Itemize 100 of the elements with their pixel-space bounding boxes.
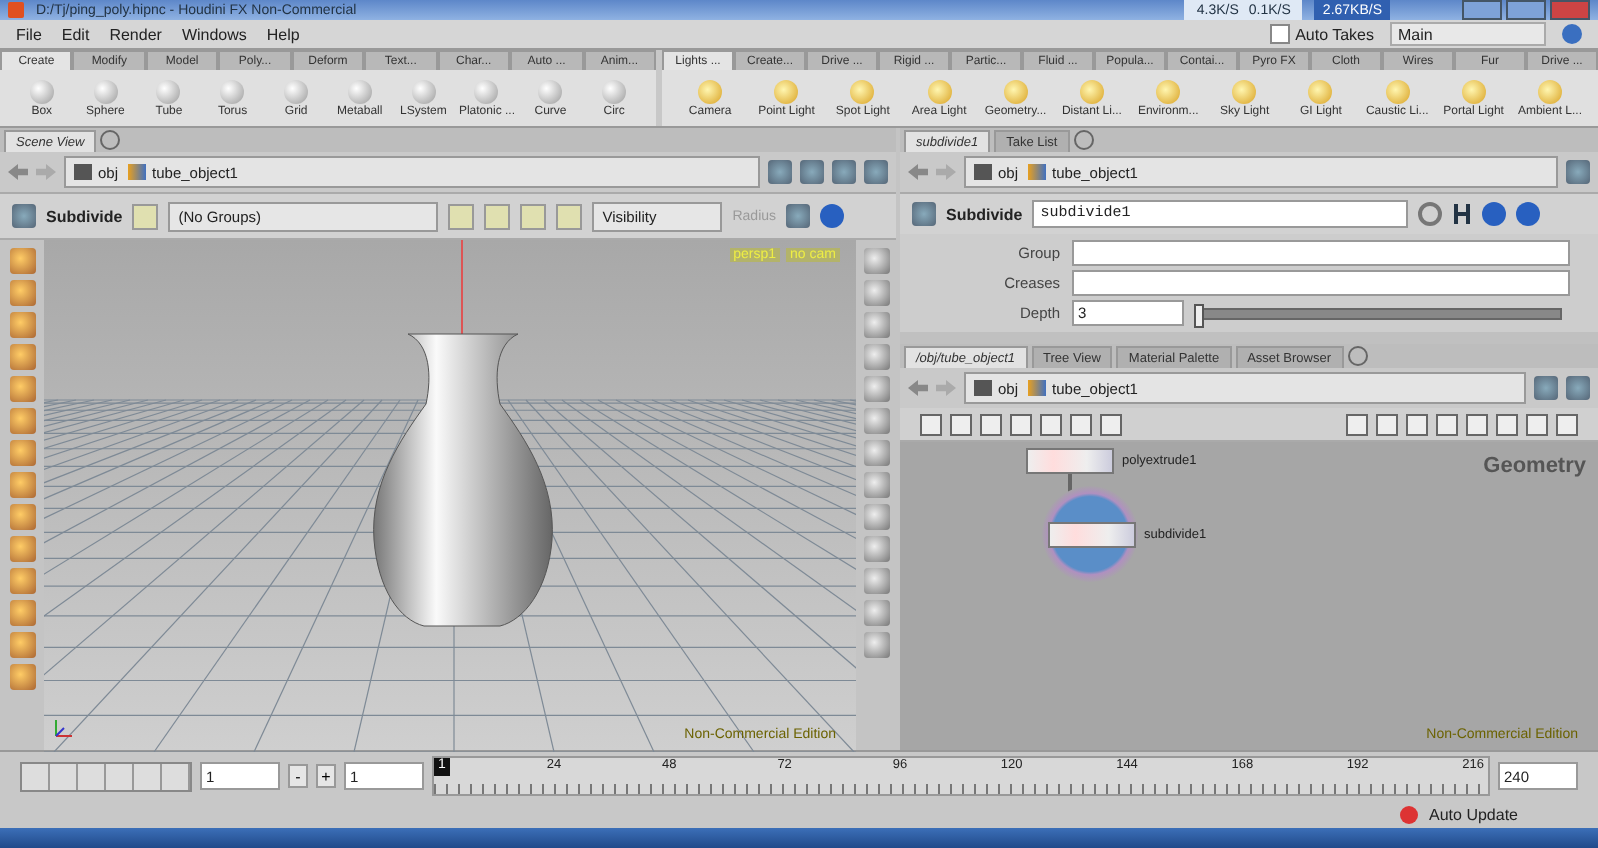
forward-icon[interactable] bbox=[36, 164, 56, 180]
tool-icon[interactable] bbox=[9, 280, 35, 306]
context-label: Geometry bbox=[1483, 454, 1586, 478]
tool-icon[interactable] bbox=[863, 344, 889, 370]
add-tab-icon[interactable] bbox=[1347, 346, 1367, 366]
folder-icon bbox=[74, 164, 92, 180]
toolbar-icon[interactable] bbox=[920, 413, 942, 435]
toolbar-icon[interactable] bbox=[980, 413, 1002, 435]
auto-update-label[interactable]: Auto Update bbox=[1429, 805, 1518, 823]
tool-icon[interactable] bbox=[863, 312, 889, 338]
playback-button[interactable] bbox=[78, 763, 106, 789]
toolbar-icon[interactable] bbox=[1556, 413, 1578, 435]
tool-icon[interactable] bbox=[863, 536, 889, 562]
playback-button[interactable] bbox=[50, 763, 78, 789]
toolbar-icon[interactable] bbox=[1526, 413, 1548, 435]
select-mode-icon[interactable] bbox=[556, 203, 583, 229]
playback-button[interactable] bbox=[22, 763, 50, 789]
playback-button[interactable] bbox=[162, 763, 190, 789]
help-icon[interactable] bbox=[1516, 202, 1541, 226]
tool-icon[interactable] bbox=[9, 568, 35, 594]
tool-icon[interactable] bbox=[863, 600, 889, 626]
playback-button[interactable] bbox=[106, 763, 134, 789]
network-node[interactable] bbox=[1048, 522, 1136, 548]
toolbar-icon[interactable] bbox=[1466, 413, 1488, 435]
toolbar-icon[interactable] bbox=[1010, 413, 1032, 435]
take-field[interactable]: Main bbox=[1390, 22, 1546, 46]
toolbar-icon[interactable] bbox=[1496, 413, 1518, 435]
back-icon[interactable] bbox=[908, 380, 928, 396]
toolbar-icon[interactable] bbox=[1376, 413, 1398, 435]
add-tab-icon[interactable] bbox=[100, 130, 121, 150]
checkbox-label: Auto Takes bbox=[1295, 25, 1374, 43]
step-button[interactable]: + bbox=[316, 764, 336, 788]
menu-item[interactable]: Edit bbox=[61, 25, 90, 43]
input-field[interactable] bbox=[1072, 270, 1570, 296]
tool-icon[interactable] bbox=[9, 472, 35, 498]
add-tab-icon[interactable] bbox=[1073, 130, 1094, 150]
auto-takes-checkbox[interactable] bbox=[1269, 24, 1290, 44]
menu-item[interactable]: Render bbox=[109, 25, 162, 43]
tool-icon[interactable] bbox=[863, 440, 889, 466]
help-icon[interactable] bbox=[1562, 24, 1582, 44]
toolbar-icon[interactable] bbox=[1534, 376, 1558, 400]
tool-icon[interactable] bbox=[9, 344, 35, 370]
handle-icon[interactable] bbox=[786, 204, 811, 228]
tool-icon[interactable] bbox=[9, 632, 35, 658]
tool-icon[interactable] bbox=[9, 312, 35, 338]
tool-icon[interactable] bbox=[9, 504, 35, 530]
tool-icon[interactable] bbox=[9, 408, 35, 434]
tool-icon[interactable] bbox=[863, 248, 889, 274]
menu-item[interactable]: Windows bbox=[181, 25, 247, 43]
tool-icon[interactable] bbox=[9, 248, 35, 274]
tool-icon bbox=[411, 79, 436, 103]
tool-icon[interactable] bbox=[9, 440, 35, 466]
select-mode-icon[interactable] bbox=[520, 203, 547, 229]
toolbar-icon[interactable] bbox=[1566, 376, 1590, 400]
slider-thumb[interactable] bbox=[1194, 303, 1204, 327]
close-button[interactable] bbox=[1550, 0, 1590, 20]
tool-icon[interactable] bbox=[9, 664, 35, 690]
toolbar-icon[interactable] bbox=[864, 160, 888, 184]
settings-icon[interactable] bbox=[1418, 202, 1443, 226]
select-mode-icon[interactable] bbox=[448, 203, 475, 229]
minimize-button[interactable] bbox=[1462, 0, 1502, 20]
toolbar-icon[interactable] bbox=[1436, 413, 1458, 435]
toolbar-icon[interactable] bbox=[1406, 413, 1428, 435]
forward-icon[interactable] bbox=[936, 380, 956, 396]
back-icon[interactable] bbox=[8, 164, 28, 180]
step-button[interactable]: - bbox=[288, 764, 308, 788]
menu-item[interactable]: Help bbox=[266, 25, 300, 43]
toolbar-icon[interactable] bbox=[768, 160, 792, 184]
back-icon[interactable] bbox=[908, 164, 928, 180]
tool-icon[interactable] bbox=[863, 472, 889, 498]
tool-icon[interactable] bbox=[863, 376, 889, 402]
tool-icon[interactable] bbox=[863, 280, 889, 306]
toolbar-icon[interactable] bbox=[1100, 413, 1122, 435]
tool-icon[interactable] bbox=[863, 632, 889, 658]
tool-icon[interactable] bbox=[9, 376, 35, 402]
selection-icon[interactable] bbox=[132, 203, 159, 229]
toolbar-icon[interactable] bbox=[1070, 413, 1092, 435]
toolbar-icon[interactable] bbox=[1566, 160, 1590, 184]
tool-icon[interactable] bbox=[863, 408, 889, 434]
select-mode-icon[interactable] bbox=[484, 203, 511, 229]
maximize-button[interactable] bbox=[1506, 0, 1546, 20]
input-field[interactable] bbox=[1072, 240, 1570, 266]
info-icon[interactable] bbox=[1482, 202, 1507, 226]
playback-button[interactable] bbox=[134, 763, 162, 789]
tool-icon bbox=[774, 79, 799, 103]
toolbar-icon[interactable] bbox=[800, 160, 824, 184]
object-icon bbox=[128, 164, 147, 180]
tool-icon[interactable] bbox=[863, 504, 889, 530]
network-node[interactable] bbox=[1026, 448, 1114, 474]
tool-icon[interactable] bbox=[863, 568, 889, 594]
help-icon[interactable] bbox=[820, 204, 845, 228]
toolbar-icon[interactable] bbox=[832, 160, 856, 184]
toolbar-icon[interactable] bbox=[950, 413, 972, 435]
toolbar-icon[interactable] bbox=[1040, 413, 1062, 435]
tool-icon[interactable] bbox=[9, 536, 35, 562]
toolbar-icon[interactable] bbox=[1346, 413, 1368, 435]
tool-icon[interactable] bbox=[9, 600, 35, 626]
forward-icon[interactable] bbox=[936, 164, 956, 180]
stop-icon[interactable] bbox=[1399, 805, 1418, 823]
menu-item[interactable]: File bbox=[16, 25, 42, 43]
